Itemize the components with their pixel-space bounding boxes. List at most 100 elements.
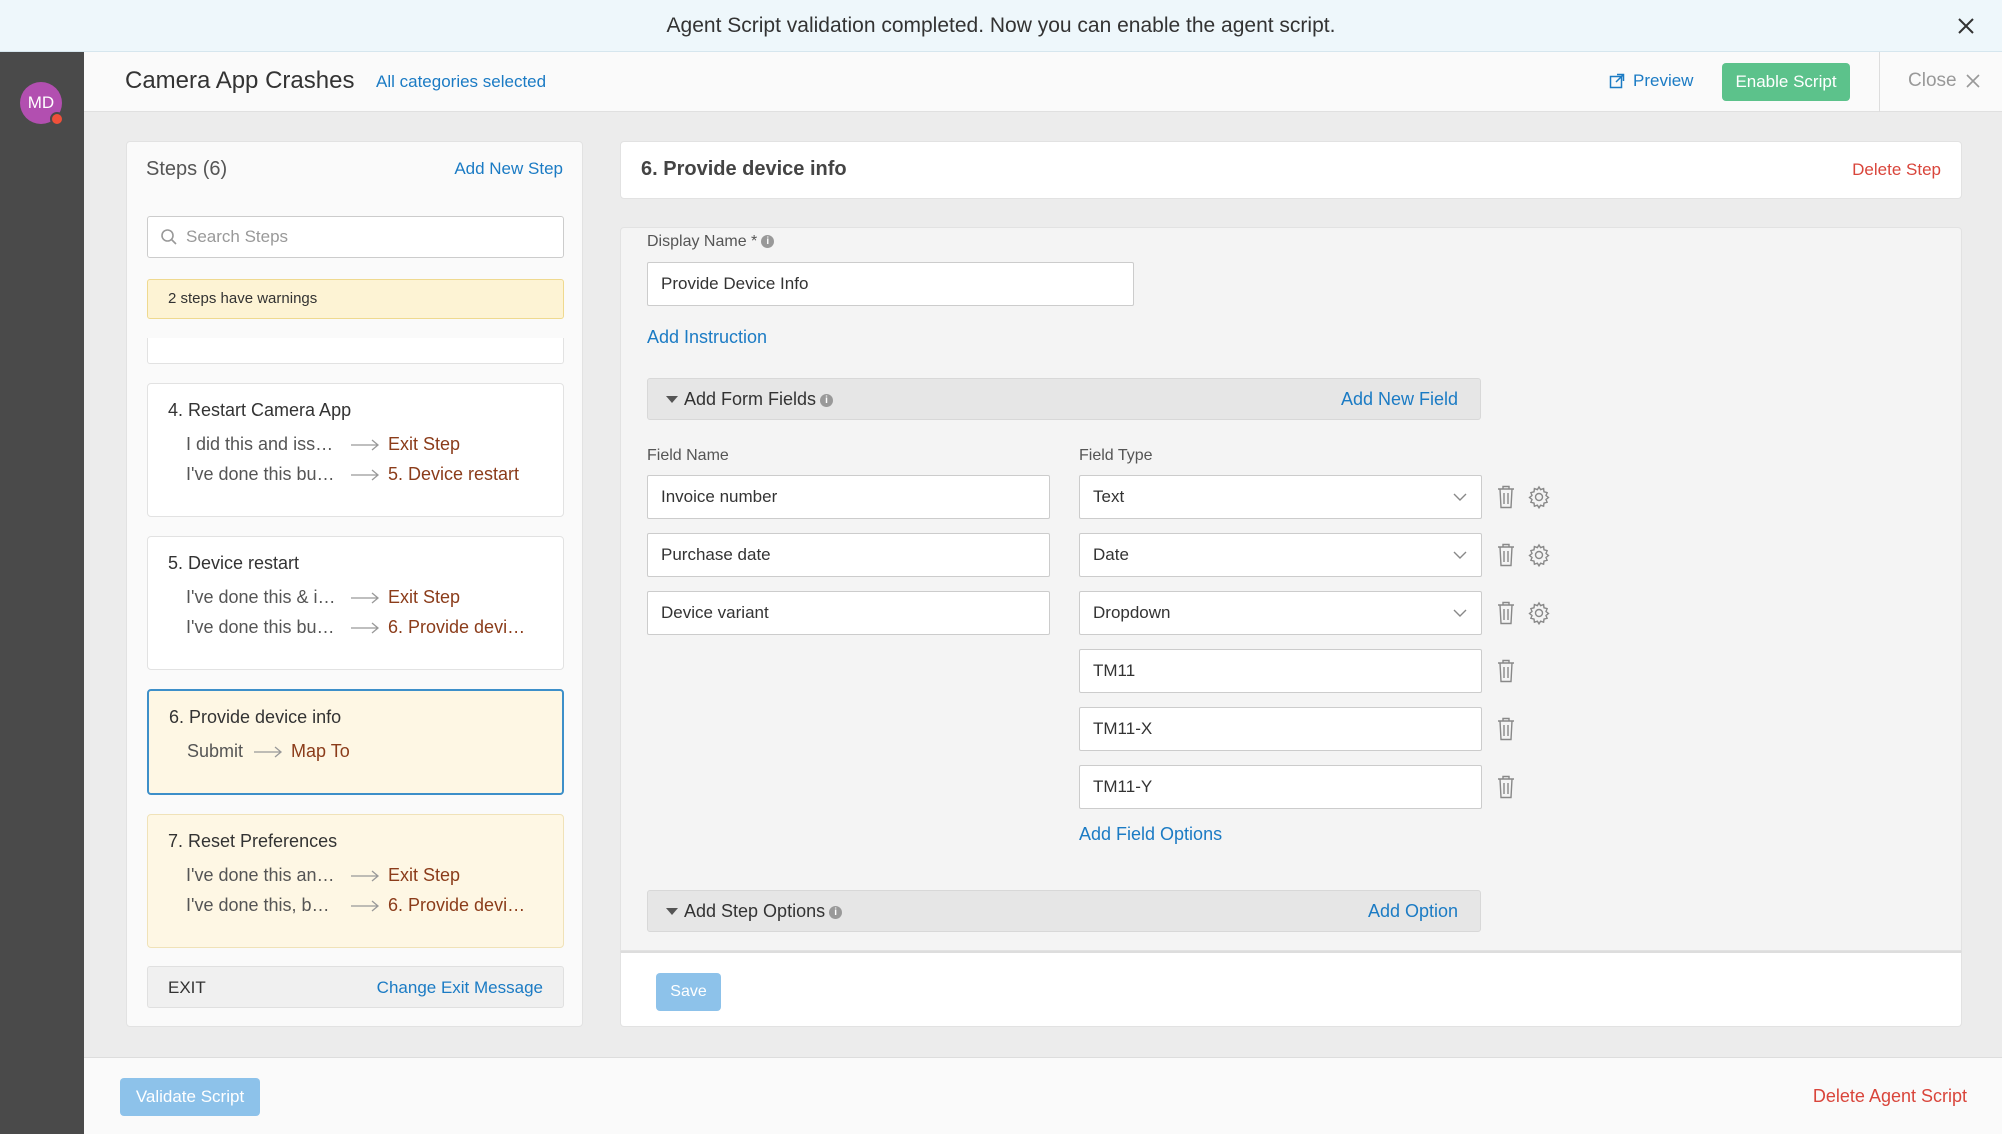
avatar-initials: MD bbox=[27, 93, 55, 112]
branch-target: Exit Step bbox=[388, 587, 461, 607]
steps-title: Steps (6) bbox=[146, 158, 228, 180]
step-card-6[interactable]: 6. Provide device info Submit Map To bbox=[147, 689, 564, 795]
form-fields-section[interactable]: Add Form Fields i Add New Field bbox=[647, 378, 1481, 420]
field-settings-button[interactable] bbox=[1526, 598, 1552, 628]
branch-label: I've done this, b… bbox=[186, 895, 330, 915]
arrow-right-icon bbox=[351, 900, 380, 911]
step-card-title: 6. Provide device info bbox=[169, 707, 342, 727]
field-type-select[interactable]: Dropdown bbox=[1079, 591, 1482, 635]
delete-agent-script-link[interactable]: Delete Agent Script bbox=[1813, 1086, 1967, 1107]
change-exit-message-link[interactable]: Change Exit Message bbox=[377, 978, 543, 998]
branch-label: Submit bbox=[187, 741, 244, 761]
add-instruction-link[interactable]: Add Instruction bbox=[647, 327, 767, 348]
delete-field-button[interactable] bbox=[1493, 540, 1519, 570]
banner-close-button[interactable] bbox=[1950, 10, 1982, 42]
field-settings-button[interactable] bbox=[1526, 540, 1552, 570]
search-icon bbox=[161, 229, 177, 245]
caret-down-icon bbox=[666, 396, 678, 403]
preview-label: Preview bbox=[1633, 71, 1694, 90]
delete-field-button[interactable] bbox=[1493, 598, 1519, 628]
branch-label: I've done this & i… bbox=[186, 587, 336, 607]
enable-script-button[interactable]: Enable Script bbox=[1722, 63, 1850, 101]
branch-target: 6. Provide devi… bbox=[388, 895, 526, 915]
save-bar: Save bbox=[620, 951, 1962, 1027]
field-name-input[interactable]: Device variant bbox=[647, 591, 1050, 635]
add-new-step-link[interactable]: Add New Step bbox=[454, 159, 563, 179]
step-branch-row: I did this and iss… Exit Step bbox=[186, 434, 460, 455]
gear-icon bbox=[1528, 485, 1550, 509]
close-icon bbox=[1966, 74, 1980, 88]
step-card-5[interactable]: 5. Device restart I've done this & i… Ex… bbox=[147, 536, 564, 670]
notification-banner: Agent Script validation completed. Now y… bbox=[0, 0, 2002, 52]
field-settings-button[interactable] bbox=[1526, 482, 1552, 512]
exit-row: EXIT Change Exit Message bbox=[147, 966, 564, 1008]
header-divider bbox=[1879, 52, 1880, 112]
display-name-label: Display Name * i bbox=[647, 233, 775, 251]
preview-link[interactable]: Preview bbox=[1609, 71, 1693, 91]
status-dot bbox=[50, 112, 64, 126]
step-card-7[interactable]: 7. Reset Preferences I've done this an… … bbox=[147, 814, 564, 948]
branch-target: Exit Step bbox=[388, 434, 461, 454]
script-header: Camera App Crashes All categories select… bbox=[84, 52, 2002, 112]
add-field-options-link[interactable]: Add Field Options bbox=[1079, 824, 1222, 845]
dropdown-option-input[interactable]: TM11 bbox=[1079, 649, 1482, 693]
banner-message: Agent Script validation completed. Now y… bbox=[666, 13, 1336, 37]
branch-label: I've done this bu… bbox=[186, 617, 335, 637]
step-card-partial[interactable] bbox=[147, 338, 564, 364]
step-branch-row: I've done this bu… 5. Device restart bbox=[186, 464, 519, 485]
save-button[interactable]: Save bbox=[656, 973, 721, 1011]
avatar[interactable]: MD bbox=[20, 82, 64, 126]
arrow-right-icon bbox=[351, 469, 380, 480]
categories-link[interactable]: All categories selected bbox=[376, 72, 546, 92]
step-card-title: 5. Device restart bbox=[168, 553, 300, 573]
step-card-title: 4. Restart Camera App bbox=[168, 400, 352, 420]
step-card-4[interactable]: 4. Restart Camera App I did this and iss… bbox=[147, 383, 564, 517]
dropdown-option-input[interactable]: TM11-Y bbox=[1079, 765, 1482, 809]
step-detail-title: 6. Provide device info bbox=[641, 158, 847, 180]
trash-icon bbox=[1498, 543, 1514, 567]
field-name-header: Field Name bbox=[647, 447, 729, 464]
field-name-input[interactable]: Purchase date bbox=[647, 533, 1050, 577]
step-branch-row: I've done this, b… 6. Provide devi… bbox=[186, 895, 525, 916]
step-detail-header: 6. Provide device info Delete Step bbox=[620, 141, 1962, 199]
exit-label: EXIT bbox=[168, 978, 206, 997]
arrow-right-icon bbox=[351, 870, 380, 881]
delete-option-button[interactable] bbox=[1493, 772, 1519, 802]
delete-option-button[interactable] bbox=[1493, 656, 1519, 686]
close-label: Close bbox=[1908, 70, 1957, 91]
delete-step-link[interactable]: Delete Step bbox=[1852, 160, 1941, 180]
trash-icon bbox=[1498, 659, 1514, 683]
form-fields-title: Add Form Fields i bbox=[684, 389, 834, 410]
left-rail: MD bbox=[0, 52, 84, 1134]
arrow-right-icon bbox=[351, 439, 380, 450]
trash-icon bbox=[1498, 485, 1514, 509]
field-type-value: Text bbox=[1093, 487, 1125, 506]
field-type-select[interactable]: Text bbox=[1079, 475, 1482, 519]
field-type-value: Dropdown bbox=[1093, 603, 1171, 622]
branch-label: I've done this an… bbox=[186, 865, 335, 885]
arrow-right-icon bbox=[351, 592, 380, 603]
add-option-link[interactable]: Add Option bbox=[1368, 901, 1458, 922]
step-branch-row: I've done this & i… Exit Step bbox=[186, 587, 460, 608]
step-options-section[interactable]: Add Step Options i Add Option bbox=[647, 890, 1481, 932]
footer-bar: Validate Script Delete Agent Script bbox=[84, 1057, 2002, 1134]
search-steps-input[interactable] bbox=[186, 227, 546, 247]
trash-icon bbox=[1498, 717, 1514, 741]
delete-field-button[interactable] bbox=[1493, 482, 1519, 512]
branch-target: Map To bbox=[291, 741, 350, 761]
delete-option-button[interactable] bbox=[1493, 714, 1519, 744]
trash-icon bbox=[1498, 601, 1514, 625]
close-icon bbox=[1958, 18, 1974, 34]
close-button[interactable]: Close bbox=[1908, 70, 1981, 92]
branch-label: I've done this bu… bbox=[186, 464, 335, 484]
field-name-input[interactable]: Invoice number bbox=[647, 475, 1050, 519]
field-type-select[interactable]: Date bbox=[1079, 533, 1482, 577]
add-new-field-link[interactable]: Add New Field bbox=[1341, 389, 1458, 410]
branch-target: Exit Step bbox=[388, 865, 461, 885]
search-steps-box bbox=[147, 216, 564, 258]
gear-icon bbox=[1528, 601, 1550, 625]
dropdown-option-input[interactable]: TM11-X bbox=[1079, 707, 1482, 751]
display-name-input[interactable]: Provide Device Info bbox=[647, 262, 1134, 306]
page-title: Camera App Crashes bbox=[125, 67, 355, 94]
validate-script-button[interactable]: Validate Script bbox=[120, 1078, 260, 1116]
